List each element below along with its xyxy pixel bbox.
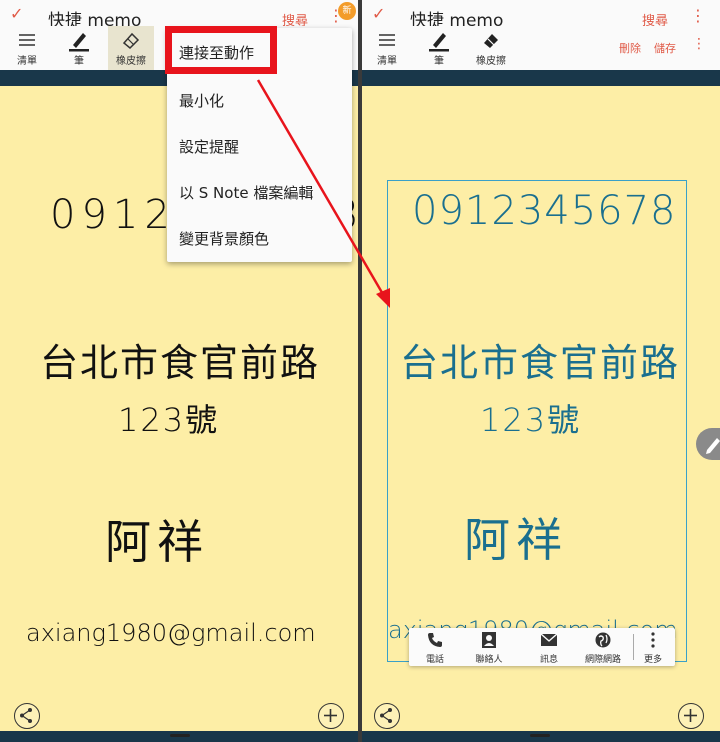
- arrow-line: [256, 79, 386, 297]
- arrow-head: [376, 288, 390, 308]
- annotation-arrow: [256, 79, 390, 308]
